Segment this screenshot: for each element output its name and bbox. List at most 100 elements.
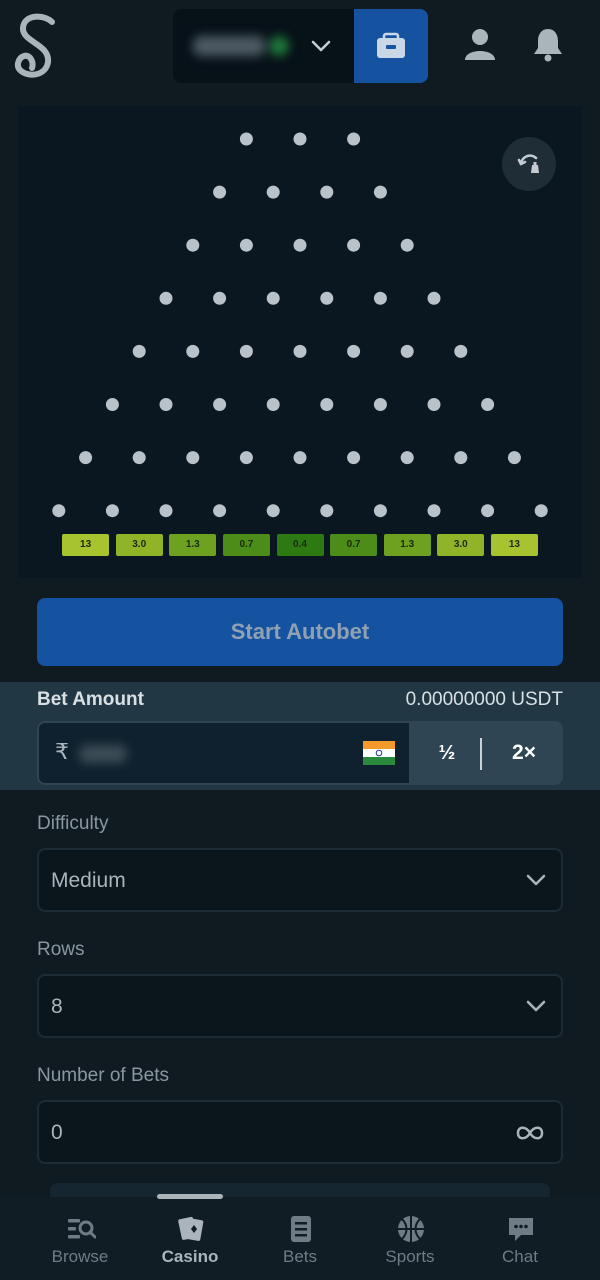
chat-icon (509, 1218, 533, 1241)
chevron-down-icon (526, 1000, 546, 1012)
multiplier-bucket: 13 (490, 534, 538, 556)
nav-bets[interactable]: Bets (245, 1197, 355, 1280)
nav-sports[interactable]: Sports (355, 1197, 465, 1280)
bet-amount-input[interactable]: ₹ (37, 721, 411, 785)
nav-chat[interactable]: Chat (465, 1197, 575, 1280)
bet-amount-usdt: 0.00000000 USDT (405, 689, 563, 710)
difficulty-label: Difficulty (37, 813, 109, 834)
bets-icon (291, 1216, 311, 1242)
plinko-peg (427, 504, 441, 518)
plinko-peg (507, 451, 521, 465)
multiplier-bucket: 3.0 (115, 534, 163, 556)
plinko-peg (400, 238, 414, 252)
plinko-peg (481, 398, 495, 411)
plinko-peg (320, 398, 334, 411)
bottom-navigation: Browse Casino Bets Sports Chat (0, 1194, 600, 1280)
plinko-peg (347, 344, 361, 358)
plinko-peg (132, 451, 146, 465)
plinko-peg (373, 398, 387, 411)
plinko-peg (293, 451, 307, 465)
nav-label: Casino (161, 1247, 219, 1266)
plinko-peg (293, 344, 307, 358)
rows-select[interactable]: 8 (37, 974, 563, 1038)
plinko-peg (400, 344, 414, 358)
multiplier-bucket: 1.3 (383, 534, 431, 556)
plinko-peg (400, 451, 414, 465)
plinko-peg (159, 291, 173, 305)
infinity-icon[interactable] (515, 1123, 545, 1143)
plinko-peg (347, 451, 361, 465)
bet-amount-label: Bet Amount (37, 689, 144, 710)
double-bet-button[interactable]: 2× (485, 721, 563, 785)
multiplier-bucket: 13 (62, 534, 110, 556)
nav-casino[interactable]: Casino (135, 1197, 245, 1280)
currency-symbol: ₹ (55, 739, 69, 764)
number-of-bets-value: 0 (51, 1121, 63, 1144)
plinko-peg (159, 504, 173, 518)
plinko-peg (347, 238, 361, 252)
half-bet-button[interactable]: ½ (411, 721, 483, 785)
refresh-button[interactable] (502, 137, 556, 191)
plinko-peg (239, 238, 253, 252)
next-field-partial (50, 1183, 550, 1197)
plinko-peg (373, 291, 387, 305)
plinko-peg (105, 398, 119, 411)
chevron-down-icon[interactable] (310, 37, 332, 55)
chevron-down-icon (526, 874, 546, 886)
plinko-peg (213, 504, 227, 518)
plinko-peg (373, 185, 387, 199)
sports-icon (398, 1216, 424, 1242)
plinko-peg (132, 344, 146, 358)
difficulty-select[interactable]: Medium (37, 848, 563, 912)
top-bar (0, 0, 600, 92)
rows-value: 8 (51, 995, 63, 1018)
india-flag-icon (363, 741, 395, 765)
plinko-peg (159, 398, 173, 411)
plinko-peg (373, 504, 387, 518)
plinko-peg (293, 238, 307, 252)
plinko-peg (186, 238, 200, 252)
plinko-peg (213, 185, 227, 199)
balance-value-hidden (193, 36, 291, 56)
refresh-icon (517, 154, 539, 173)
bet-modifier-buttons: ½ 2× (411, 721, 563, 785)
plinko-peg (427, 291, 441, 305)
start-autobet-button[interactable]: Start Autobet (37, 598, 563, 666)
plinko-peg (266, 291, 280, 305)
plinko-board: 13 3.0 1.3 0.7 0.4 0.7 1.3 3.0 13 (18, 106, 582, 578)
stake-s-logo[interactable] (14, 12, 60, 82)
plinko-pegs (52, 132, 548, 518)
plinko-peg (454, 451, 468, 465)
plinko-peg (481, 504, 495, 518)
plinko-peg (186, 451, 200, 465)
balance-selector[interactable] (173, 9, 356, 83)
user-icon[interactable] (462, 26, 498, 62)
plinko-peg (454, 344, 468, 358)
plinko-peg (186, 344, 200, 358)
plinko-peg (320, 185, 334, 199)
multiplier-bucket: 0.7 (222, 534, 270, 556)
nav-browse[interactable]: Browse (25, 1197, 135, 1280)
plinko-peg (266, 504, 280, 518)
rows-label: Rows (37, 939, 85, 960)
plinko-peg (266, 398, 280, 411)
plinko-peg (239, 132, 253, 146)
plinko-peg (105, 504, 119, 518)
currency-coin-icon (269, 36, 289, 56)
plinko-peg (266, 185, 280, 199)
number-of-bets-label: Number of Bets (37, 1065, 169, 1086)
plinko-peg (213, 398, 227, 411)
plinko-peg (79, 451, 93, 465)
wallet-icon (377, 32, 405, 58)
plinko-peg (320, 504, 334, 518)
nav-label: Chat (502, 1247, 538, 1266)
bet-value-hidden (79, 745, 127, 763)
bell-icon[interactable] (530, 26, 566, 62)
number-of-bets-input[interactable]: 0 (37, 1100, 563, 1164)
wallet-button[interactable] (354, 9, 428, 83)
multiplier-bucket: 0.4 (276, 534, 324, 556)
plinko-peg (347, 132, 361, 146)
browse-icon (68, 1219, 96, 1239)
plinko-peg (534, 504, 548, 518)
plinko-peg (52, 504, 66, 518)
